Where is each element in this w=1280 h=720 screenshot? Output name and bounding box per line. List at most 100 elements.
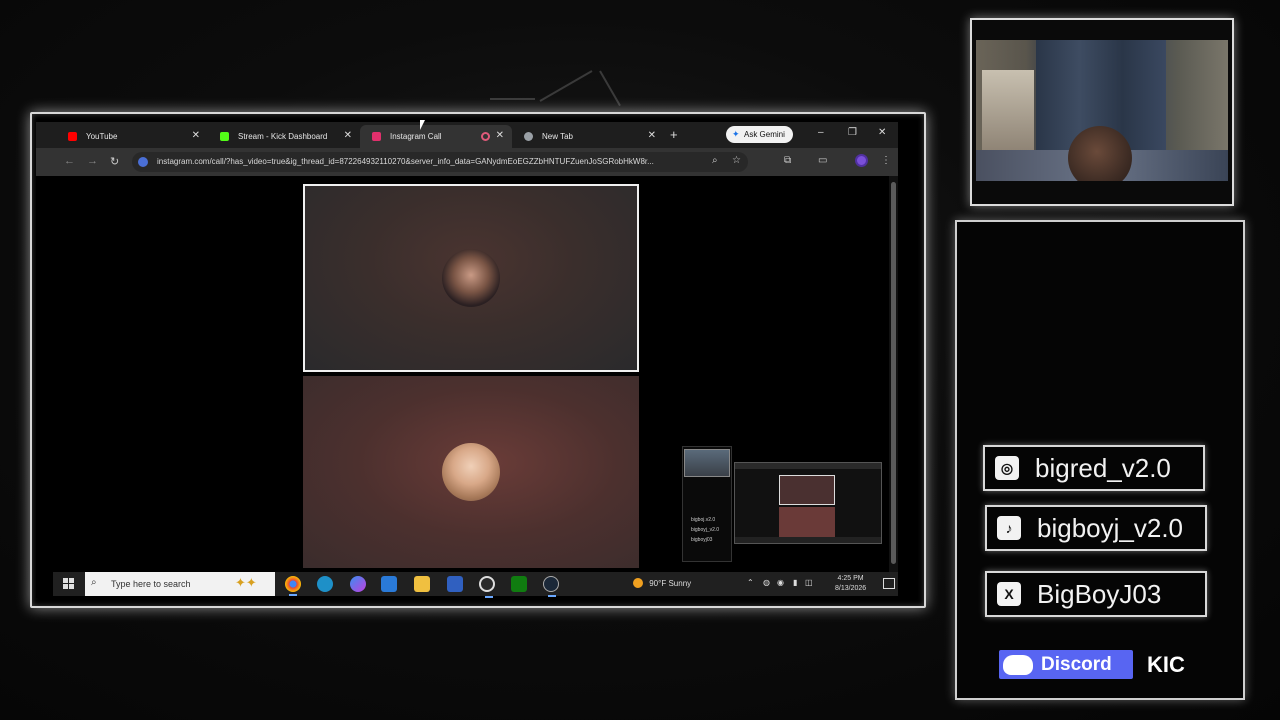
tray-chevron-icon[interactable]: ⌃ — [747, 578, 754, 587]
microphone-icon[interactable]: ▮ — [793, 578, 797, 587]
page-scrollbar[interactable] — [889, 176, 898, 572]
steam-icon[interactable] — [543, 576, 559, 597]
taskbar-clock[interactable]: 4:25 PM 8/13/2026 — [835, 574, 866, 594]
cam-person — [1068, 126, 1132, 181]
close-icon[interactable]: ✕ — [192, 130, 200, 141]
close-window-button[interactable]: ✕ — [878, 127, 886, 138]
instagram-handle: ◎ bigred_v2.0 — [983, 445, 1205, 491]
tab-instagram-call[interactable]: Instagram Call ✕ — [360, 125, 512, 148]
kick-icon — [220, 132, 229, 141]
tiktok-handle: ♪ bigboyj_v2.0 — [985, 505, 1207, 551]
youtube-icon — [68, 132, 77, 141]
network-icon[interactable]: ◫ — [805, 578, 813, 587]
extensions-icon[interactable]: ⧉ — [784, 155, 791, 166]
discord-label: Discord — [1041, 653, 1112, 675]
close-icon[interactable]: ✕ — [496, 130, 504, 141]
chrome-taskbar-icon[interactable] — [285, 576, 301, 596]
maximize-button[interactable]: ❐ — [848, 127, 857, 138]
kick-label: KIC — [1147, 652, 1185, 677]
tab-strip: YouTube ✕ Stream - Kick Dashboard ✕ Inst… — [36, 122, 898, 148]
sparkle-icon: ✦✦ — [235, 575, 257, 590]
gemini-icon: ✦ — [732, 129, 740, 139]
discord-badge: Discord — [999, 650, 1133, 679]
tiktok-handle-text: bigboyj_v2.0 — [1037, 512, 1183, 543]
search-icon: ⌕ — [91, 577, 97, 588]
video-tile-self[interactable] — [303, 376, 639, 568]
preview-titlebar — [735, 463, 881, 469]
browser-toolbar: ← → ↻ instagram.com/call/?has_video=true… — [36, 148, 898, 176]
tray-app-icon[interactable]: ◍ — [763, 578, 770, 587]
xbox-icon[interactable] — [511, 576, 527, 592]
weather-condition: Sunny — [668, 579, 692, 588]
x-handle-text: BigBoyJ03 — [1037, 578, 1162, 609]
preview-video-tile — [779, 507, 835, 537]
webcam-feed — [976, 40, 1228, 181]
bg-line — [599, 70, 621, 107]
reload-icon[interactable]: ↻ — [110, 155, 119, 168]
instagram-icon: ◎ — [995, 456, 1019, 480]
mail-icon[interactable] — [381, 576, 397, 592]
close-icon[interactable]: ✕ — [648, 130, 656, 141]
preview-line: bigboyj03 — [691, 537, 713, 543]
bg-line — [539, 70, 593, 102]
zoom-icon[interactable]: ⌕ — [712, 155, 718, 166]
instagram-icon — [372, 132, 381, 141]
preview-line: bigboj.v2.0 — [691, 517, 716, 523]
back-icon[interactable]: ← — [64, 155, 75, 167]
windows-taskbar: ⌕ Type here to search ✦✦ 90°F Sunny ⌃ ◍ … — [53, 572, 898, 598]
weather-temp: 90°F — [649, 579, 667, 588]
tray-app-icon[interactable]: ◉ — [777, 578, 784, 587]
bookmark-star-icon[interactable]: ☆ — [732, 155, 741, 166]
page-viewport: bigboj.v2.0 bigboyj_v2.0 bigboyj03 — [53, 176, 889, 572]
site-info-icon[interactable] — [138, 157, 148, 167]
address-bar[interactable]: instagram.com/call/?has_video=true&ig_th… — [132, 152, 748, 172]
video-tile-remote[interactable] — [303, 184, 639, 372]
menu-icon[interactable]: ⋮ — [881, 155, 891, 166]
url-text: instagram.com/call/?has_video=true&ig_th… — [157, 157, 654, 166]
copilot-icon[interactable] — [350, 576, 366, 592]
bg-line — [490, 98, 535, 100]
preview-taskbar — [735, 537, 881, 543]
tiktok-icon: ♪ — [997, 516, 1021, 540]
clock-date: 8/13/2026 — [835, 585, 867, 592]
sun-icon — [633, 578, 643, 588]
tab-new-tab[interactable]: New Tab ✕ — [512, 125, 664, 148]
instagram-handle-text: bigred_v2.0 — [1035, 452, 1171, 483]
preview-line: bigboyj_v2.0 — [691, 527, 720, 533]
recording-icon — [481, 132, 490, 141]
x-icon: X — [997, 582, 1021, 606]
discord-icon — [1003, 654, 1033, 675]
participant-avatar — [442, 249, 500, 307]
window-preview[interactable] — [734, 462, 882, 544]
cast-icon[interactable]: ▭ — [818, 155, 827, 166]
browser-window: YouTube ✕ Stream - Kick Dashboard ✕ Inst… — [36, 122, 898, 598]
clock-time: 4:25 PM — [837, 575, 864, 582]
search-placeholder: Type here to search — [111, 579, 191, 589]
close-icon[interactable]: ✕ — [344, 130, 352, 141]
tab-label: New Tab — [542, 132, 573, 141]
preview-thumbnail — [684, 449, 730, 477]
x-handle: X BigBoyJ03 — [985, 571, 1207, 617]
scroll-thumb[interactable] — [891, 182, 896, 564]
obs-icon[interactable] — [479, 576, 495, 598]
profile-avatar[interactable] — [855, 154, 868, 167]
minimize-button[interactable]: – — [818, 127, 824, 138]
tab-youtube[interactable]: YouTube ✕ — [56, 125, 208, 148]
tab-label: Stream - Kick Dashboard — [238, 132, 328, 141]
weather-widget[interactable]: 90°F Sunny — [633, 578, 691, 588]
store-icon[interactable] — [447, 576, 463, 592]
ask-gemini-button[interactable]: ✦ Ask Gemini — [726, 126, 793, 143]
new-tab-button[interactable]: + — [670, 127, 678, 142]
tab-kick-dashboard[interactable]: Stream - Kick Dashboard ✕ — [208, 125, 360, 148]
windows-start-icon[interactable] — [63, 578, 75, 590]
notification-icon[interactable] — [883, 578, 895, 589]
tab-label: YouTube — [86, 132, 118, 141]
edge-icon[interactable] — [317, 576, 333, 592]
ask-gemini-label: Ask Gemini — [744, 130, 785, 139]
preview-video-tile — [779, 475, 835, 505]
taskbar-preview-panel: bigboj.v2.0 bigboyj_v2.0 bigboyj03 — [682, 446, 732, 562]
taskbar-search[interactable]: ⌕ Type here to search ✦✦ — [85, 572, 275, 596]
participant-avatar — [442, 443, 500, 501]
file-explorer-icon[interactable] — [414, 576, 430, 592]
forward-icon[interactable]: → — [87, 155, 98, 167]
